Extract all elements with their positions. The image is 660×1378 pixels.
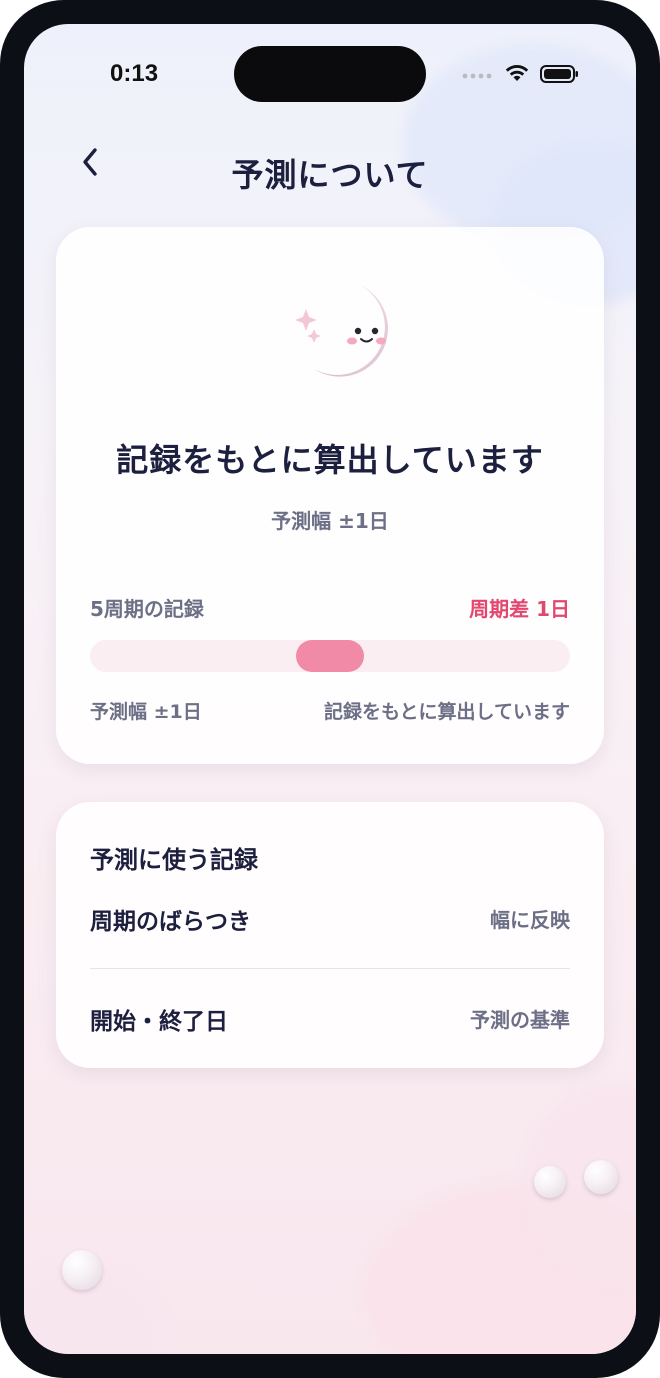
navigation-header: 予測について xyxy=(24,124,636,204)
record-label: 開始・終了日 xyxy=(90,1009,228,1035)
status-time: 0:13 xyxy=(110,60,159,87)
record-value: 予測の基準 xyxy=(470,1008,570,1032)
records-card: 予測に使う記録 周期のばらつき 幅に反映 開始・終了日 予測の基準 xyxy=(56,802,604,1068)
records-card-title: 予測に使う記録 xyxy=(90,846,258,874)
range-right-label: 記録をもとに算出しています xyxy=(323,701,570,723)
phone-frame: 0:13 予測について 記録をもとに算出しています 予測幅 ±1日 5周期の記録… xyxy=(0,0,660,1378)
app-screen: 0:13 予測について 記録をもとに算出しています 予測幅 ±1日 5周期の記録… xyxy=(24,24,636,1354)
status-icons xyxy=(462,64,580,84)
status-bar: 0:13 xyxy=(24,24,636,124)
record-row-start-end-date: 開始・終了日 予測の基準 xyxy=(90,1002,570,1042)
crescent-moon-mascot-icon xyxy=(295,285,388,377)
wifi-icon xyxy=(505,65,529,81)
prediction-card: 記録をもとに算出しています 予測幅 ±1日 5周期の記録 周期差 1日 予測幅 … xyxy=(56,227,604,764)
period-count-label: 5周期の記録 xyxy=(90,597,204,621)
pearl-decoration xyxy=(584,1160,618,1194)
prediction-heading: 記録をもとに算出しています xyxy=(116,441,544,479)
prediction-range-bar xyxy=(90,640,570,672)
page-title: 予測について xyxy=(231,156,429,194)
dynamic-island xyxy=(234,46,426,102)
record-row-cycle-variation: 周期のばらつき 幅に反映 xyxy=(90,902,570,942)
prediction-range-subtitle: 予測幅 ±1日 xyxy=(271,509,389,533)
pearl-decoration xyxy=(534,1166,566,1198)
signal-icon xyxy=(462,73,492,79)
divider xyxy=(90,968,570,969)
period-diff-label: 周期差 1日 xyxy=(469,597,570,621)
range-left-label: 予測幅 ±1日 xyxy=(90,701,202,723)
record-label: 周期のばらつき xyxy=(90,909,251,935)
battery-icon xyxy=(540,65,578,83)
pearl-decoration xyxy=(62,1250,102,1290)
record-value: 幅に反映 xyxy=(490,908,570,932)
prediction-range-fill xyxy=(296,640,364,672)
